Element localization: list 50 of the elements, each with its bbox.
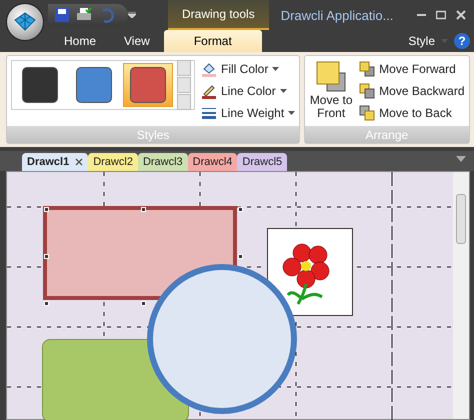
style-swatch[interactable] — [123, 63, 173, 107]
document-tab[interactable]: Drawcl3 — [138, 153, 188, 171]
resize-handle[interactable] — [44, 254, 49, 259]
resize-handle[interactable] — [238, 207, 243, 212]
flower-picture[interactable] — [267, 228, 353, 316]
paint-bucket-icon — [201, 61, 217, 77]
ribbon-tab[interactable]: View — [110, 30, 164, 52]
stacked-squares-icon — [359, 61, 376, 77]
ribbon-tab[interactable]: Home — [50, 30, 110, 52]
document-tab[interactable]: Drawcl1 — [22, 153, 88, 171]
resize-handle[interactable] — [141, 207, 146, 212]
ribbon-command[interactable]: Line Color — [201, 82, 296, 100]
minimize-icon — [417, 14, 426, 16]
ribbon-command[interactable]: Move to Back — [359, 104, 465, 122]
move-to-front-button[interactable]: Move to Front — [309, 60, 354, 122]
ribbon-tab[interactable]: Format — [164, 30, 262, 52]
close-icon — [75, 158, 84, 166]
ribbon-command[interactable]: Line Weight — [201, 104, 296, 122]
vertical-scrollbar[interactable] — [453, 172, 469, 419]
caret-icon — [272, 67, 280, 71]
group-title: Styles — [136, 128, 170, 142]
document-tab[interactable]: Drawcl2 — [88, 153, 138, 171]
document-tab[interactable]: Drawcl4 — [188, 153, 238, 171]
pencil-icon — [201, 83, 217, 99]
application-button[interactable] — [6, 3, 44, 41]
resize-handle[interactable] — [141, 301, 146, 306]
stacked-squares-icon — [359, 105, 376, 121]
help-button[interactable]: ? — [454, 33, 470, 49]
dropdown-caret-icon — [128, 12, 136, 18]
drawing-canvas[interactable] — [6, 171, 470, 420]
close-icon — [456, 10, 466, 20]
printer-icon — [76, 7, 92, 23]
ribbon-command[interactable]: Fill Color — [201, 60, 296, 78]
stacked-squares-icon — [359, 83, 376, 99]
group-title: Arrange — [365, 128, 408, 142]
maximize-icon — [436, 10, 446, 20]
resize-handle[interactable] — [238, 254, 243, 259]
resize-handle[interactable] — [44, 207, 49, 212]
dropdown-caret-icon — [456, 156, 466, 162]
resize-handle[interactable] — [44, 301, 49, 306]
ribbon-command[interactable]: Move Forward — [359, 60, 465, 78]
contextual-tab-title: Drawing tools — [168, 0, 269, 30]
ribbon-command[interactable]: Move Backward — [359, 82, 465, 100]
window-title: Drawcli Applicatio... — [280, 8, 394, 22]
document-tab[interactable]: Drawcl5 — [237, 153, 288, 171]
caret-icon — [280, 89, 287, 93]
caret-icon — [288, 111, 296, 115]
line-weight-icon — [201, 105, 217, 121]
stacked-squares-icon — [315, 60, 348, 94]
style-menu[interactable]: Style — [408, 34, 435, 48]
